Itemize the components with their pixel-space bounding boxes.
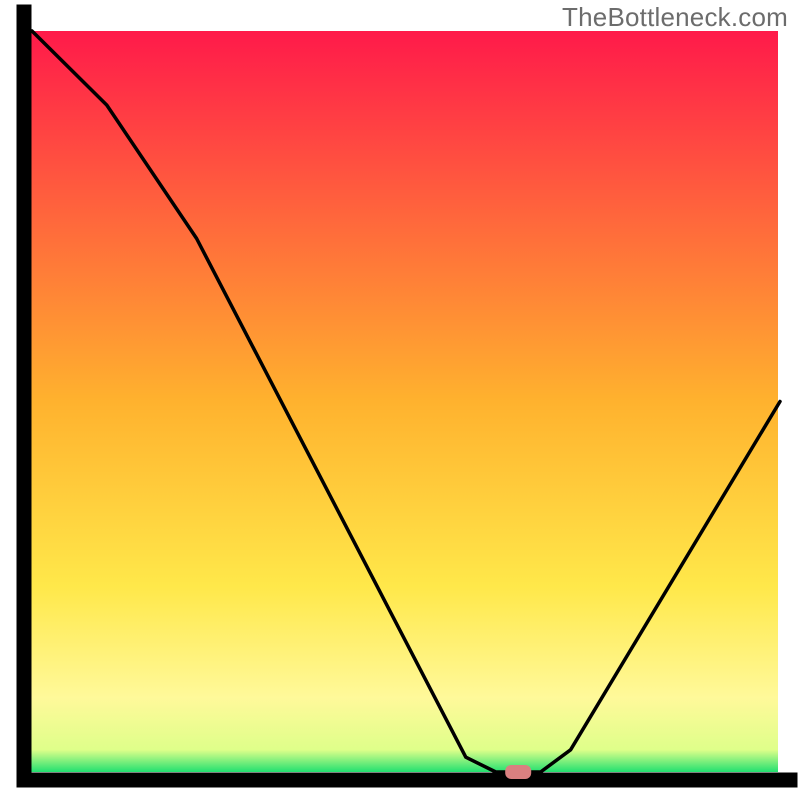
watermark-label: TheBottleneck.com — [562, 2, 788, 33]
gradient-background — [24, 31, 778, 772]
optimal-point-marker — [505, 765, 531, 779]
plot-area — [24, 12, 790, 780]
chart-container: TheBottleneck.com — [0, 0, 800, 800]
bottleneck-chart — [0, 0, 800, 800]
